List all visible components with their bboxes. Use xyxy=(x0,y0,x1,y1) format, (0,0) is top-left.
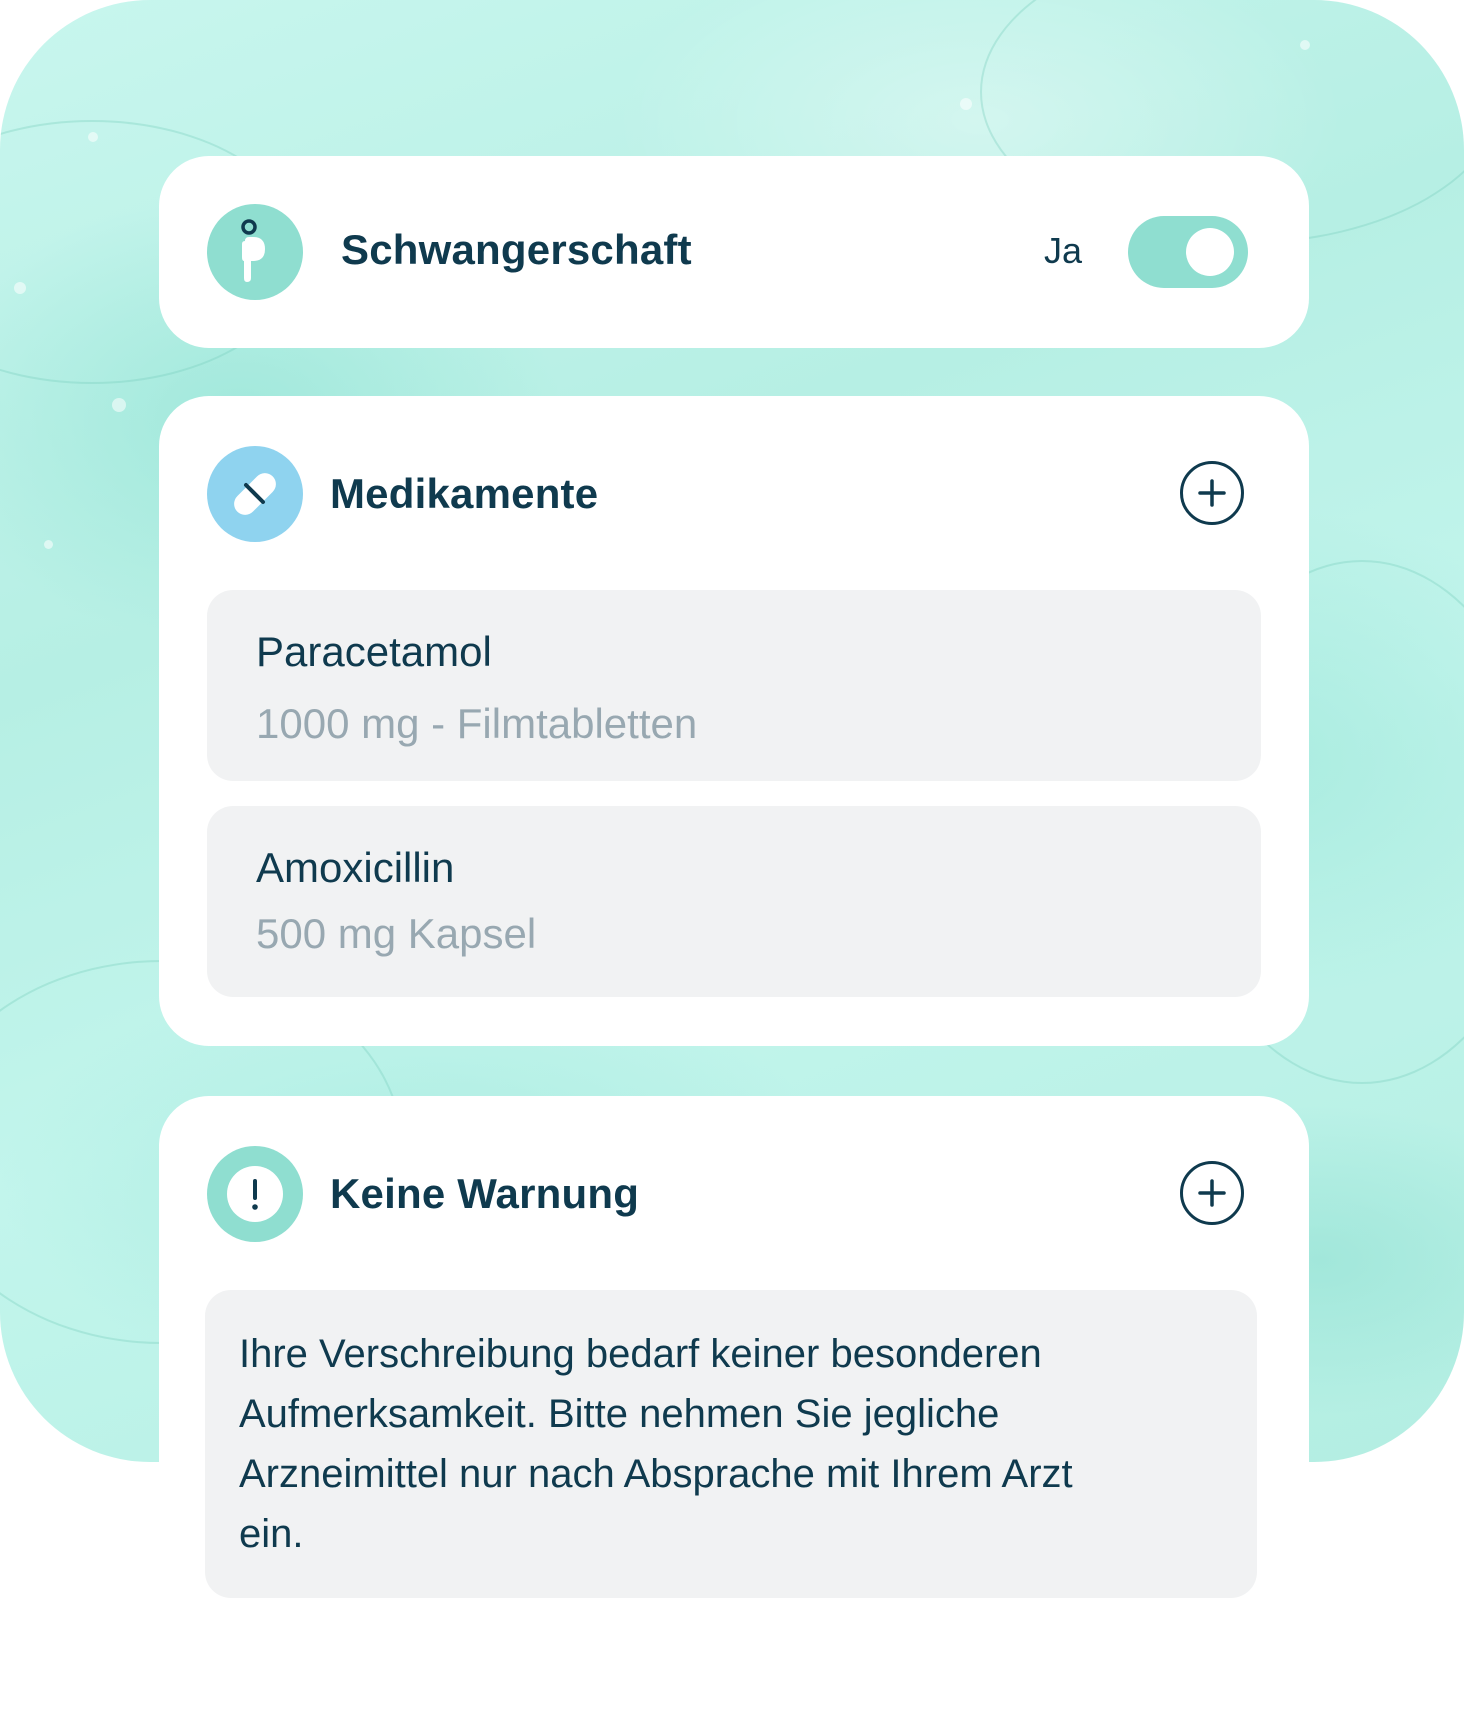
medication-name: Amoxicillin xyxy=(256,844,455,891)
medication-detail: 500 mg Kapsel xyxy=(256,910,537,957)
warning-title: Keine Warnung xyxy=(330,1170,640,1217)
toggle-label: Ja xyxy=(1044,230,1083,271)
exclamation-icon xyxy=(207,1146,303,1242)
add-warning-button[interactable] xyxy=(1180,1161,1244,1225)
add-medication-button[interactable] xyxy=(1180,461,1244,525)
toggle-knob xyxy=(1186,228,1234,276)
medication-item[interactable]: Amoxicillin 500 mg Kapsel xyxy=(207,806,1261,997)
pill-icon xyxy=(207,446,303,542)
medication-detail: 1000 mg - Filmtabletten xyxy=(256,700,698,747)
pregnancy-icon xyxy=(207,204,303,300)
background-dot xyxy=(1300,40,1310,50)
medications-card: Medikamente Paracetamol 1000 mg - Filmta… xyxy=(159,396,1309,1046)
background-dot xyxy=(112,398,126,412)
background-dot xyxy=(14,282,26,294)
medications-title: Medikamente xyxy=(330,470,599,517)
pregnancy-title: Schwangerschaft xyxy=(341,226,692,273)
pregnancy-card: Schwangerschaft Ja xyxy=(159,156,1309,348)
background-dot xyxy=(88,132,98,142)
pregnancy-toggle[interactable] xyxy=(1128,216,1248,288)
plus-icon xyxy=(1198,1179,1226,1207)
background-dot xyxy=(960,98,972,110)
warning-card: Keine Warnung Ihre Verschreibung bedarf … xyxy=(159,1096,1309,1716)
warning-message: Ihre Verschreibung bedarf keiner besonde… xyxy=(239,1332,1073,1556)
plus-icon xyxy=(1198,479,1226,507)
warning-message-box: Ihre Verschreibung bedarf keiner besonde… xyxy=(205,1290,1257,1598)
medication-item[interactable]: Paracetamol 1000 mg - Filmtabletten xyxy=(207,590,1261,781)
medication-name: Paracetamol xyxy=(256,628,492,675)
background-dot xyxy=(44,540,53,549)
